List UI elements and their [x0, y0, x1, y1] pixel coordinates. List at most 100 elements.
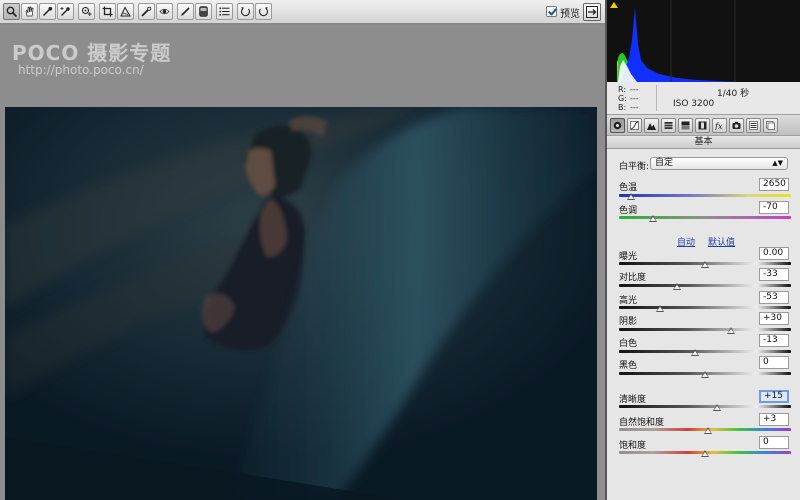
contrast-label: 对比度	[619, 273, 647, 283]
fullscreen-button[interactable]	[583, 3, 601, 21]
whites-slider[interactable]	[619, 350, 791, 353]
vibrance-slider-thumb[interactable]	[704, 427, 713, 434]
basic-tab-icon	[613, 121, 622, 130]
tab-detail[interactable]	[644, 118, 659, 133]
highlights-field[interactable]: -53	[759, 291, 789, 304]
readout-divider	[656, 85, 657, 111]
spot-removal-tool-button[interactable]	[138, 3, 155, 20]
default-link[interactable]: 默认值	[708, 235, 735, 248]
contrast-slider-thumb[interactable]	[673, 283, 682, 290]
watermark-brand: POCO 摄影专题	[12, 41, 172, 65]
tab-tone-curve[interactable]	[627, 118, 642, 133]
camera-raw-window: 预览 POCO 摄影专题 http://photo.poco.cn/ R: --…	[0, 0, 800, 500]
exposure-field[interactable]: 0.00	[759, 247, 789, 260]
g-readout: G: ---	[618, 94, 642, 103]
preferences-tool-button[interactable]	[216, 3, 233, 20]
tab-lens-corrections[interactable]	[695, 118, 710, 133]
panel-tabs: fx	[607, 114, 800, 136]
white-balance-value: 自定	[655, 158, 674, 168]
hand-tool-button[interactable]	[21, 3, 38, 20]
tint-slider-thumb[interactable]	[649, 215, 658, 222]
tab-split-toning[interactable]	[678, 118, 693, 133]
crop-tool-button[interactable]	[99, 3, 116, 20]
shutter-speed: 1/40 秒	[717, 89, 750, 99]
red-eye-icon	[159, 8, 170, 15]
zoom-tool-button[interactable]	[3, 3, 20, 20]
color-sampler-tool-button[interactable]	[57, 3, 74, 20]
contrast-slider[interactable]	[619, 284, 791, 287]
split-toning-tab-icon	[681, 121, 690, 130]
basic-controls: 白平衡: 自定 ▲▼ 色温 2650 色调 -70 自动 默认值 曝光 0.00	[607, 149, 800, 500]
auto-link[interactable]: 自动	[677, 235, 695, 248]
select-arrows-icon: ▲▼	[772, 159, 783, 167]
tint-slider[interactable]	[619, 216, 791, 219]
targeted-adjustment-tool-button[interactable]	[78, 3, 95, 20]
whites-slider-thumb[interactable]	[690, 349, 699, 356]
saturation-slider-thumb[interactable]	[701, 450, 709, 457]
tab-presets[interactable]	[746, 118, 761, 133]
adjustment-panel: R: --- G: --- B: --- 1/40 秒 ISO 3200 fx 基本 …	[607, 0, 800, 500]
highlights-slider[interactable]	[619, 306, 791, 309]
clarity-slider-thumb[interactable]	[713, 404, 722, 411]
whites-label: 白色	[619, 339, 638, 349]
camera-calibration-tab-icon	[732, 121, 741, 129]
saturation-label: 饱和度	[619, 441, 647, 451]
white-balance-tool-button[interactable]	[39, 3, 56, 20]
white-balance-select[interactable]: 自定 ▲▼	[650, 157, 788, 170]
list-icon	[219, 7, 230, 16]
toolbar: 预览	[0, 0, 605, 24]
tab-camera-calibration[interactable]	[729, 118, 744, 133]
shadows-slider[interactable]	[619, 328, 791, 331]
blacks-label: 黑色	[619, 361, 638, 371]
shadow-clipping-warning-icon[interactable]	[610, 2, 618, 8]
b-label: B:	[618, 103, 627, 112]
clarity-label: 清晰度	[619, 395, 647, 405]
graduated-filter-tool-button[interactable]	[195, 3, 212, 20]
watermark-url: http://photo.poco.cn/	[18, 63, 144, 77]
tab-snapshots[interactable]	[763, 118, 778, 133]
temperature-slider[interactable]	[619, 194, 791, 197]
iso-value: ISO 3200	[673, 99, 715, 109]
photo-image	[5, 107, 597, 500]
clarity-slider[interactable]	[619, 405, 791, 408]
exposure-label: 曝光	[619, 252, 638, 262]
tint-label: 色调	[619, 206, 638, 216]
adjustment-brush-tool-button[interactable]	[177, 3, 194, 20]
tab-basic[interactable]	[610, 118, 625, 133]
white-balance-label: 白平衡:	[619, 162, 650, 172]
snapshots-tab-icon	[766, 121, 775, 130]
highlights-label: 高光	[619, 296, 638, 306]
rotate-right-tool-button[interactable]	[255, 3, 272, 20]
clarity-field[interactable]: +15	[759, 390, 789, 403]
blacks-field[interactable]: 0	[759, 356, 789, 369]
highlights-slider-thumb[interactable]	[656, 305, 665, 312]
temperature-field[interactable]: 2650	[759, 178, 789, 191]
red-eye-removal-tool-button[interactable]	[156, 3, 173, 20]
hsl-tab-icon	[664, 122, 673, 129]
tab-effects[interactable]: fx	[712, 118, 727, 133]
g-value: ---	[630, 94, 639, 103]
contrast-field[interactable]: -33	[759, 268, 789, 281]
temperature-label: 色温	[619, 183, 638, 193]
vibrance-field[interactable]: +3	[759, 413, 789, 426]
targeted-adjustment-icon	[81, 6, 92, 16]
blacks-slider-thumb[interactable]	[701, 371, 709, 378]
exposure-slider-thumb[interactable]	[701, 261, 709, 268]
temperature-slider-thumb[interactable]	[627, 193, 636, 200]
lens-corrections-tab-icon	[698, 121, 707, 130]
tab-hsl[interactable]	[661, 118, 676, 133]
detail-tab-icon	[647, 123, 656, 130]
photo-preview[interactable]	[5, 107, 597, 500]
whites-field[interactable]: -13	[759, 334, 789, 347]
r-readout: R: ---	[618, 85, 642, 94]
hand-icon	[25, 6, 34, 17]
saturation-field[interactable]: 0	[759, 436, 789, 449]
rotate-left-tool-button[interactable]	[237, 3, 254, 20]
preview-checkbox[interactable]	[546, 6, 557, 17]
tint-field[interactable]: -70	[759, 201, 789, 214]
shadows-slider-thumb[interactable]	[726, 327, 735, 334]
histogram	[607, 0, 800, 82]
straighten-tool-button[interactable]	[117, 3, 134, 20]
shadows-field[interactable]: +30	[759, 312, 789, 325]
straighten-icon	[120, 6, 131, 17]
